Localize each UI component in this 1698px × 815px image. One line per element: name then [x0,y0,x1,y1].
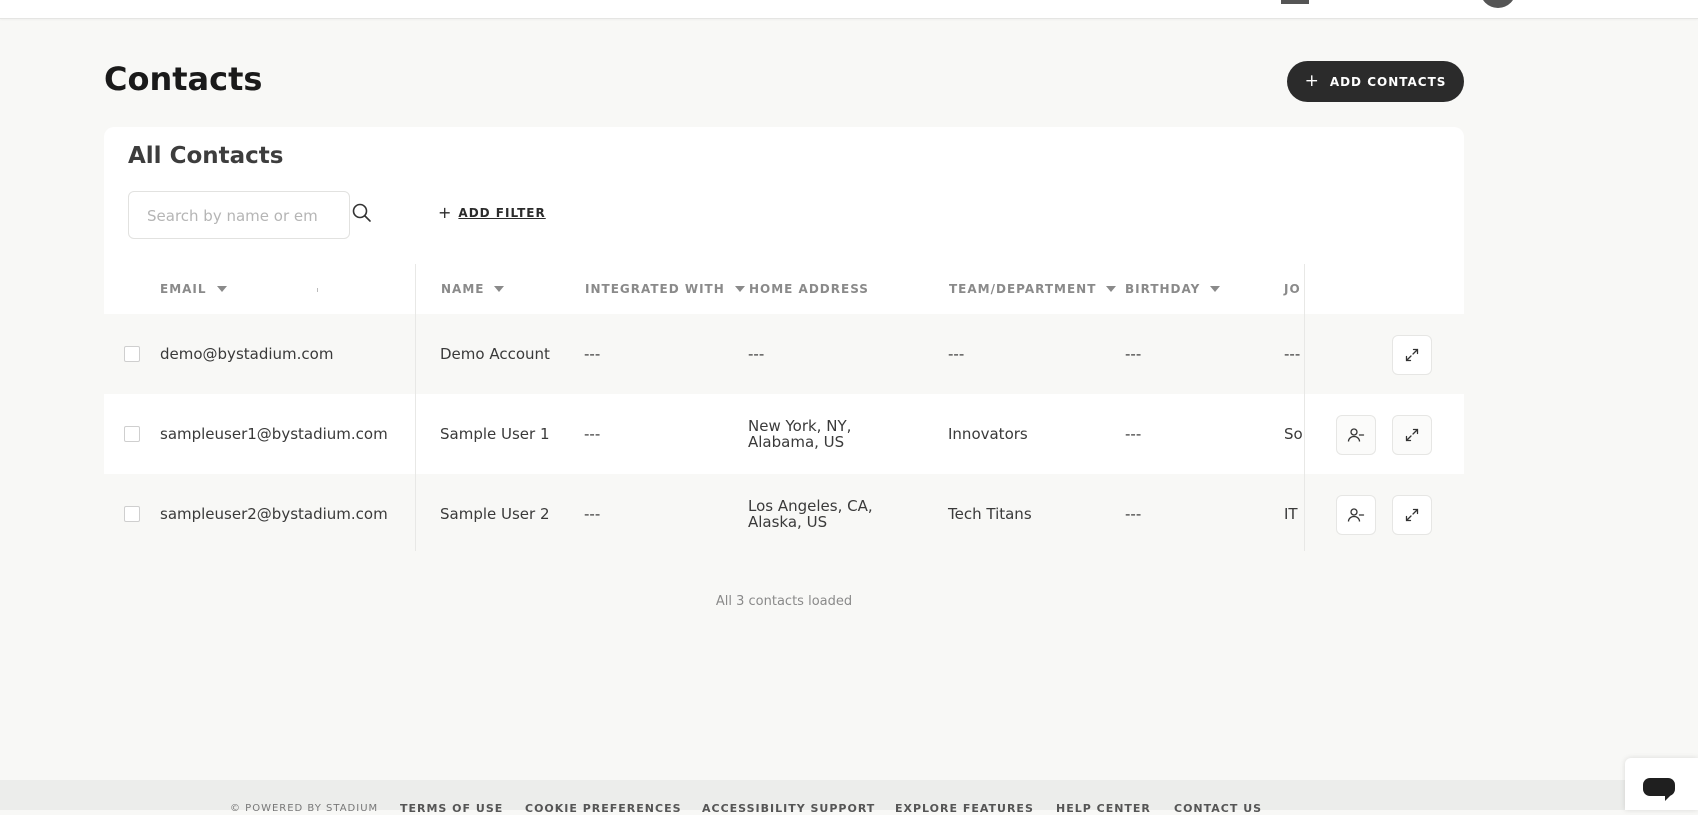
header-job-label: JO [1284,282,1301,296]
expand-icon [1405,348,1419,362]
search-box [128,191,350,239]
cell-email: sampleuser2@bystadium.com [160,505,388,523]
header-address-label: HOME ADDRESS [749,282,869,296]
header-email-label: EMAIL [160,282,207,296]
add-contacts-button[interactable]: + ADD CONTACTS [1287,61,1464,102]
remove-user-icon [1347,508,1365,522]
add-contacts-label: ADD CONTACTS [1329,74,1447,89]
cell-team: Innovators [948,425,1028,443]
cell-address: New York, NY, Alabama, US [748,417,852,451]
footer-link-contact[interactable]: CONTACT US [1174,802,1262,815]
cell-name: Demo Account [440,345,550,363]
header-team-department[interactable]: TEAM/DEPARTMENT [949,282,1117,296]
plus-icon: + [1304,71,1320,91]
chat-icon [1643,778,1675,801]
card-title: All Contacts [128,143,284,169]
sort-caret-icon [734,286,745,292]
add-filter-label: ADD FILTER [458,206,546,220]
cell-email: demo@bystadium.com [160,345,334,363]
cell-job: IT [1284,505,1298,523]
cell-email: sampleuser1@bystadium.com [160,425,388,443]
sticky-column-divider [1304,264,1305,551]
menu-icon[interactable] [1281,0,1309,4]
footer-link-terms[interactable]: TERMS OF USE [400,802,503,815]
expand-icon [1405,428,1419,442]
top-navbar [0,0,1698,19]
row-checkbox[interactable] [124,426,140,442]
expand-button[interactable] [1392,495,1432,535]
cell-birthday: --- [1125,345,1142,363]
table-row[interactable]: sampleuser1@bystadium.com Sample User 1 … [104,394,1464,474]
cell-name: Sample User 2 [440,505,550,523]
column-resize-handle[interactable] [317,288,318,292]
cell-integrated: --- [584,345,601,363]
table-header: EMAIL NAME INTEGRATED WITH HOME ADDRESS … [104,264,1464,314]
cell-birthday: --- [1125,505,1142,523]
cell-address: Los Angeles, CA, Alaska, US [748,497,873,531]
remove-user-button[interactable] [1336,415,1376,455]
sort-caret-icon [216,286,227,292]
table-row[interactable]: sampleuser2@bystadium.com Sample User 2 … [104,474,1464,551]
footer-link-explore[interactable]: EXPLORE FEATURES [895,802,1034,815]
footer-link-cookies[interactable]: COOKIE PREFERENCES [525,802,682,815]
all-contacts-card: All Contacts + ADD FILTER EMAIL NAME INT… [104,127,1464,551]
cell-birthday: --- [1125,425,1142,443]
avatar[interactable] [1480,0,1516,8]
expand-icon [1405,508,1419,522]
header-birthday[interactable]: BIRTHDAY [1125,282,1221,296]
add-filter-link[interactable]: + ADD FILTER [438,205,546,221]
header-integrated-with[interactable]: INTEGRATED WITH [585,282,745,296]
table-row[interactable]: demo@bystadium.com Demo Account --- --- … [104,314,1464,394]
footer-powered-by: © POWERED BY STADIUM [230,803,379,814]
sticky-column-divider [415,264,416,551]
footer-link-help[interactable]: HELP CENTER [1056,802,1151,815]
header-name[interactable]: NAME [441,282,505,296]
sort-caret-icon [1210,286,1221,292]
row-checkbox[interactable] [124,506,140,522]
cell-name: Sample User 1 [440,425,550,443]
cell-address: --- [748,345,765,363]
contacts-loaded-status: All 3 contacts loaded [715,594,853,609]
remove-user-icon [1347,428,1365,442]
cell-team: --- [948,345,965,363]
footer: © POWERED BY STADIUM TERMS OF USE COOKIE… [0,780,1698,815]
header-name-label: NAME [441,282,485,296]
header-birthday-label: BIRTHDAY [1125,282,1201,296]
cell-job: So [1284,425,1303,443]
header-job: JO [1284,282,1301,296]
header-home-address: HOME ADDRESS [749,282,869,296]
chat-widget-button[interactable] [1625,758,1698,810]
cell-team: Tech Titans [948,505,1032,523]
page-title: Contacts [104,60,263,98]
sort-caret-icon [494,286,505,292]
plus-icon: + [438,203,453,222]
header-integrated-label: INTEGRATED WITH [585,282,725,296]
search-icon[interactable] [351,202,373,224]
remove-user-button[interactable] [1336,495,1376,535]
cell-integrated: --- [584,425,601,443]
header-team-label: TEAM/DEPARTMENT [949,282,1097,296]
expand-button[interactable] [1392,335,1432,375]
search-input[interactable] [145,204,319,228]
cell-integrated: --- [584,505,601,523]
expand-button[interactable] [1392,415,1432,455]
sort-caret-icon [1106,286,1117,292]
contacts-table: EMAIL NAME INTEGRATED WITH HOME ADDRESS … [104,264,1464,551]
row-checkbox[interactable] [124,346,140,362]
cell-job: --- [1284,345,1301,363]
footer-link-accessibility[interactable]: ACCESSIBILITY SUPPORT [702,802,875,815]
header-email[interactable]: EMAIL [160,282,227,296]
